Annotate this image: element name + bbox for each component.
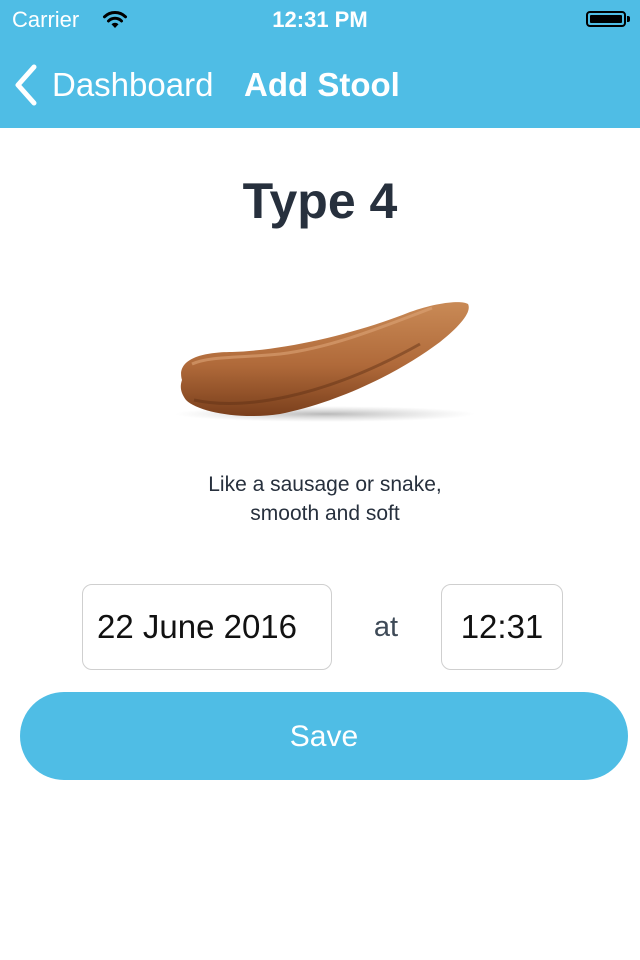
header-bar: Carrier 12:31 PM Dashboard Add Stool: [0, 0, 640, 128]
back-button[interactable]: Dashboard: [14, 62, 213, 108]
time-field[interactable]: 12:31: [441, 584, 563, 670]
stool-type-heading: Type 4: [242, 173, 398, 229]
stool-description-line-2: smooth and soft: [250, 502, 400, 525]
save-button[interactable]: Save: [20, 692, 628, 780]
battery-icon: [586, 11, 630, 27]
page-title: Add Stool: [244, 66, 400, 103]
navigation-bar: Dashboard Add Stool: [0, 40, 640, 128]
chevron-left-icon: [15, 64, 37, 106]
back-button-label: Dashboard: [52, 66, 214, 103]
at-label: at: [373, 611, 399, 643]
stool-description: Like a sausage or snake, smooth and soft: [120, 470, 530, 528]
status-bar: Carrier 12:31 PM: [0, 0, 640, 40]
stool-description-line-1: Like a sausage or snake,: [208, 473, 442, 496]
date-field[interactable]: 22 June 2016: [82, 584, 332, 670]
status-time: 12:31 PM: [272, 7, 368, 32]
stool-type-4-illustration: [175, 302, 475, 422]
